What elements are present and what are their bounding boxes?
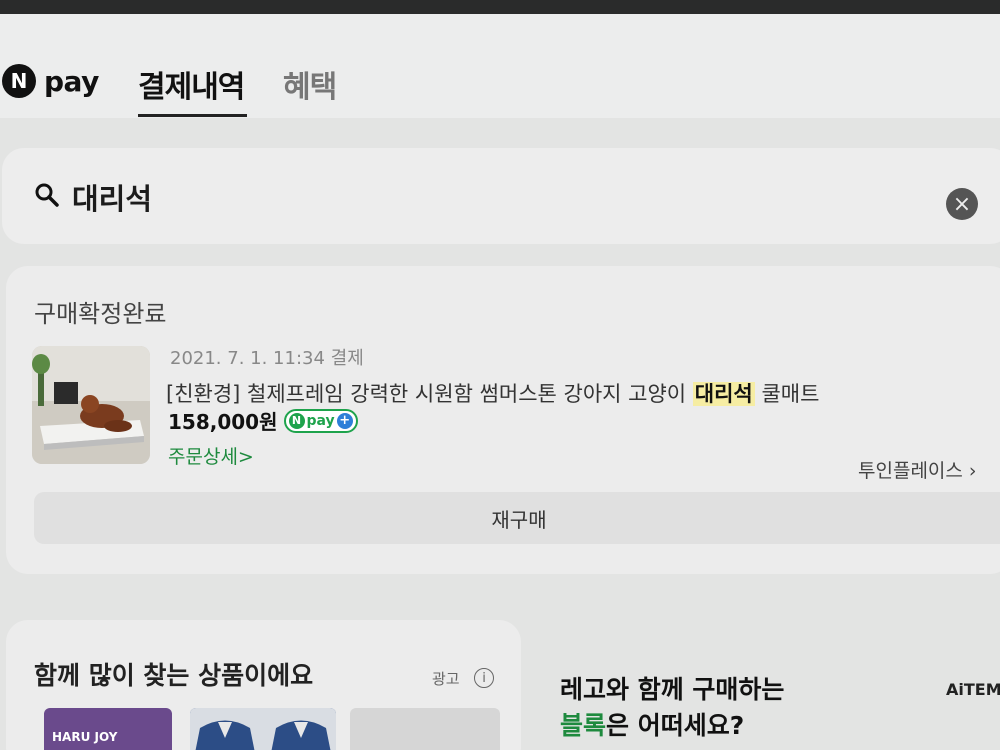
order-detail-link[interactable]: 주문상세>	[168, 442, 254, 469]
price-row: 158,000원 N pay +	[168, 406, 358, 435]
npay-logo-text: pay	[44, 64, 99, 98]
promo-line-1: 레고와 함께 구매하는	[560, 675, 785, 704]
rebuy-button[interactable]: 재구매	[34, 492, 1000, 544]
search-highlight: 대리석	[692, 382, 755, 406]
order-status: 구매확정완료	[34, 300, 167, 328]
product-name-suffix: 쿨매트	[754, 382, 820, 406]
tab-payment-history[interactable]: 결제내역	[138, 62, 245, 106]
product-image	[32, 346, 150, 464]
order-detail-label: 주문상세	[168, 446, 238, 468]
npay-badge-icon: N	[288, 412, 305, 429]
search-input[interactable]: 대리석	[72, 176, 152, 218]
product-name-text: [친환경] 철제프레임 강력한 시원함 썸머스톤 강아지 고양이	[166, 382, 693, 406]
npay-logo-mark: N	[2, 64, 36, 98]
npay-plus-badge: N pay +	[283, 408, 358, 433]
close-icon: ×	[952, 191, 972, 217]
product-name[interactable]: [친환경] 철제프레임 강력한 시원함 썸머스톤 강아지 고양이 대리석 쿨매트	[166, 378, 819, 408]
tab-benefits[interactable]: 혜택	[283, 62, 337, 106]
order-date: 2021. 7. 1. 11:34 결제	[170, 348, 364, 369]
seller-link[interactable]: 투인플레이스 ›	[858, 456, 977, 483]
npay-logo[interactable]: N pay	[2, 64, 99, 98]
screen-bezel	[0, 0, 1000, 14]
promo-keyword: 블록	[560, 711, 607, 740]
promo-line-2-rest: 은 어떠세요?	[606, 711, 745, 740]
top-navigation: N pay 결제내역 혜택	[0, 14, 1000, 118]
recommendation-title: 함께 많이 찾는 상품이에요	[34, 661, 314, 690]
price: 158,000원	[168, 410, 278, 434]
clear-search-button[interactable]: ×	[946, 188, 978, 220]
brand-label: AiTEM	[946, 680, 1000, 699]
order-card: 구매확정완료 2021. 7. 1. 11:34 결제 [친환경] 철제프레임 …	[6, 266, 1000, 574]
npay-badge-text: pay	[306, 412, 335, 429]
recommended-product-thumbnail[interactable]: HARU JOY	[44, 708, 172, 750]
product-image	[190, 708, 336, 750]
ad-label: 광고	[432, 670, 460, 688]
recommended-product-thumbnail[interactable]	[190, 708, 336, 750]
rebuy-label: 재구매	[491, 507, 547, 532]
search-icon	[35, 183, 59, 207]
product-thumbnail[interactable]	[32, 346, 150, 464]
recommended-product-thumbnail[interactable]	[350, 708, 500, 750]
promo-text: 레고와 함께 구매하는 블록은 어떠세요?	[560, 672, 784, 744]
promo-line-2: 블록은 어떠세요?	[560, 708, 784, 744]
search-bar[interactable]: 대리석 ×	[2, 148, 1000, 244]
active-tab-indicator	[138, 114, 247, 117]
plus-icon: +	[336, 412, 353, 429]
chevron-right-icon: >	[237, 446, 254, 468]
info-icon[interactable]: i	[474, 668, 494, 688]
recommendation-card: 함께 많이 찾는 상품이에요 광고 i HARU JOY	[6, 620, 521, 750]
thumbnail-text: HARU JOY	[52, 730, 118, 744]
